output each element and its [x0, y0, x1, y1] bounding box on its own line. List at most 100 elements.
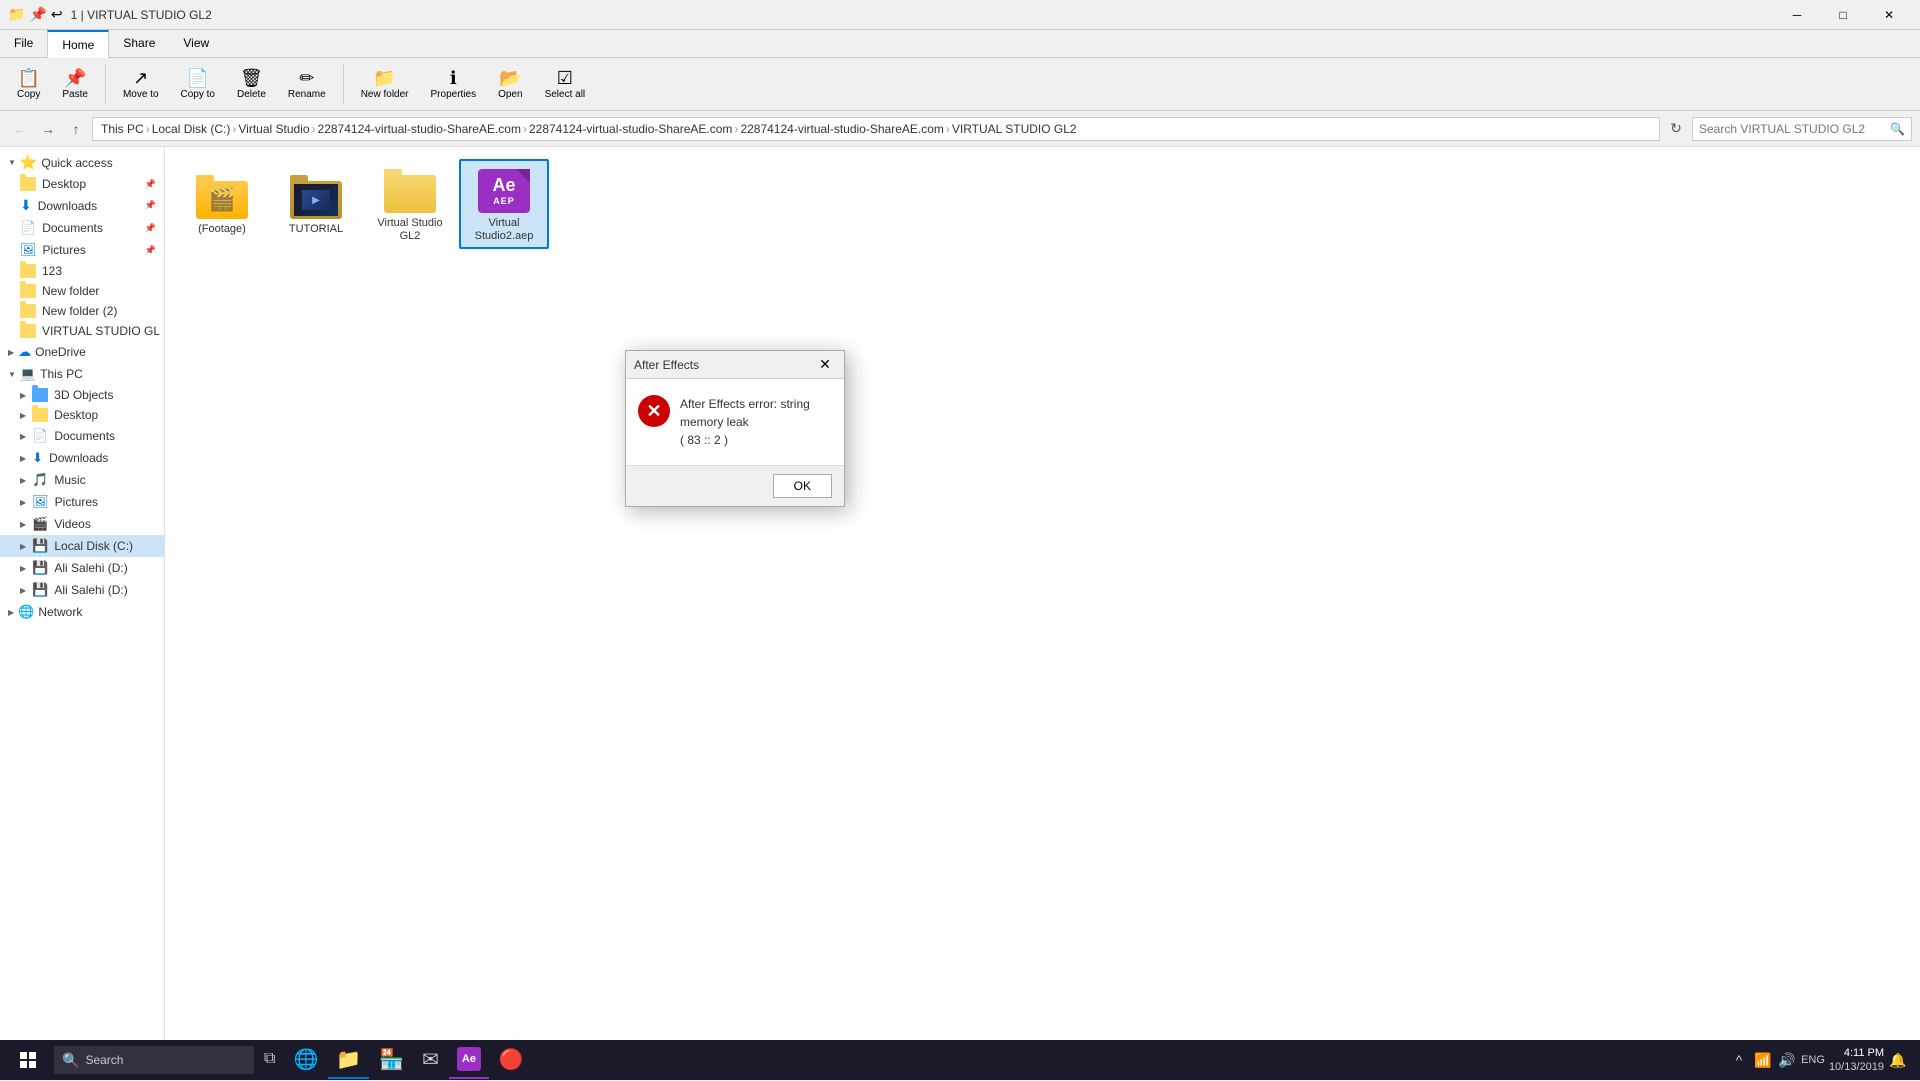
sidebar-item-downloads-pc[interactable]: ▶ ⬇ Downloads — [0, 447, 164, 469]
sidebar-item-virtualstudio[interactable]: VIRTUAL STUDIO GL — [0, 321, 164, 341]
ribbon-content: 📋Copy 📌Paste ↗Move to 📄Copy to 🗑Delete ✏… — [0, 58, 1920, 110]
taskbar-file-explorer[interactable]: 📁 — [328, 1041, 369, 1079]
path-share2: 22874124-virtual-studio-ShareAE.com — [529, 122, 732, 136]
path-local-disk: Local Disk (C:) — [152, 122, 231, 136]
window-title: 1 | VIRTUAL STUDIO GL2 — [71, 8, 1774, 22]
file-item-footage[interactable]: 🎬 (Footage) — [177, 159, 267, 249]
download-icon2: ⬇ — [32, 450, 43, 466]
dialog-close-button[interactable]: ✕ — [814, 354, 836, 376]
onedrive-header[interactable]: ▶ ☁ OneDrive — [0, 341, 164, 363]
taskbar-task-view[interactable]: ⧉ — [256, 1041, 283, 1079]
sidebar-item-desktop[interactable]: Desktop 📌 — [0, 174, 164, 194]
sidebar-item-downloads-qa[interactable]: ⬇ Downloads 📌 — [0, 194, 164, 217]
ribbon-newfolder-btn[interactable]: 📁New folder — [352, 63, 418, 105]
sidebar-item-newfolder2[interactable]: New folder (2) — [0, 301, 164, 321]
document-icon: 📄 — [20, 220, 36, 236]
sidebar-item-3d-objects[interactable]: ▶ 3D Objects — [0, 385, 164, 405]
chevron-right-icon: ▶ — [8, 348, 14, 357]
ribbon-properties-btn[interactable]: ℹProperties — [422, 63, 486, 105]
tab-share[interactable]: Share — [109, 30, 169, 57]
taskbar-opera[interactable]: 🔴 — [491, 1041, 532, 1079]
sidebar-label-documents: Documents — [42, 221, 103, 235]
folder-body-vs — [384, 175, 436, 213]
taskbar-search-icon: 🔍 — [62, 1052, 79, 1069]
ribbon-rename-btn[interactable]: ✏Rename — [279, 63, 335, 105]
drive-icon2: 💾 — [32, 560, 48, 576]
ribbon-sep2 — [343, 64, 344, 104]
sidebar-item-local-disk[interactable]: ▶ 💾 Local Disk (C:) — [0, 535, 164, 557]
after-effects-dialog[interactable]: After Effects ✕ ✕ After Effects error: s… — [625, 350, 845, 507]
clock[interactable]: 4:11 PM 10/13/2019 — [1829, 1046, 1884, 1075]
search-box[interactable]: 🔍 — [1692, 117, 1912, 141]
tab-view[interactable]: View — [169, 30, 223, 57]
network-header[interactable]: ▶ 🌐 Network — [0, 601, 164, 623]
search-input[interactable] — [1699, 122, 1886, 136]
sidebar-item-ali-salehi-d2[interactable]: ▶ 💾 Ali Salehi (D:) — [0, 579, 164, 601]
sidebar-item-videos[interactable]: ▶ 🎬 Videos — [0, 513, 164, 535]
chevron-right-icon5: ▶ — [20, 454, 26, 463]
file-item-aep[interactable]: Ae AEP Virtual Studio2.aep — [459, 159, 549, 249]
ribbon-paste-btn[interactable]: 📌Paste — [53, 63, 97, 105]
ribbon-select-btn[interactable]: ☑Select all — [536, 63, 595, 105]
sidebar-item-desktop-pc[interactable]: ▶ Desktop — [0, 405, 164, 425]
folder-icon4 — [20, 304, 36, 318]
refresh-button[interactable]: ↻ — [1664, 117, 1688, 141]
close-button[interactable]: ✕ — [1866, 0, 1912, 30]
sidebar-item-documents-qa[interactable]: 📄 Documents 📌 — [0, 217, 164, 239]
taskbar-after-effects[interactable]: Ae — [449, 1041, 489, 1079]
sidebar-label-pictures-pc: Pictures — [55, 495, 98, 509]
taskbar-search-box[interactable]: 🔍 Search — [54, 1046, 254, 1074]
hidden-icons-button[interactable]: ^ — [1729, 1050, 1749, 1070]
taskbar-mail[interactable]: ✉ — [414, 1041, 447, 1079]
sidebar-item-newfolder[interactable]: New folder — [0, 281, 164, 301]
start-button[interactable] — [4, 1040, 52, 1080]
taskbar-store[interactable]: 🏪 — [371, 1041, 412, 1079]
sidebar-item-pictures-pc[interactable]: ▶ 🖼 Pictures — [0, 491, 164, 513]
path-share3: 22874124-virtual-studio-ShareAE.com — [740, 122, 943, 136]
ribbon-move-btn[interactable]: ↗Move to — [114, 63, 168, 105]
tab-home[interactable]: Home — [47, 30, 109, 58]
tab-file[interactable]: File — [0, 30, 47, 57]
ribbon-open-btn[interactable]: 📂Open — [489, 63, 531, 105]
sidebar-label-ali-d2: Ali Salehi (D:) — [54, 583, 127, 597]
sidebar-item-music[interactable]: ▶ 🎵 Music — [0, 469, 164, 491]
network-tray-icon[interactable]: 📶 — [1753, 1050, 1773, 1070]
mail-icon: ✉ — [422, 1047, 439, 1072]
file-item-tutorial[interactable]: ▶ TUTORIAL — [271, 159, 361, 249]
address-path[interactable]: This PC › Local Disk (C:) › Virtual Stud… — [92, 117, 1660, 141]
tray-lang: ENG — [1801, 1054, 1825, 1066]
volume-icon[interactable]: 🔊 — [1777, 1050, 1797, 1070]
sidebar-item-pictures-qa[interactable]: 🖼 Pictures 📌 — [0, 239, 164, 261]
nav-up-button[interactable]: ↑ — [64, 117, 88, 141]
minimize-button[interactable]: ─ — [1774, 0, 1820, 30]
sidebar: ▼ ⭐ Quick access Desktop 📌 ⬇ Downloads 📌… — [0, 147, 165, 1057]
file-area: 🎬 (Footage) ▶ TUTO — [165, 147, 1920, 1057]
onedrive-cloud-icon: ☁ — [18, 344, 31, 360]
music-icon: 🎵 — [32, 472, 48, 488]
address-bar: ← → ↑ This PC › Local Disk (C:) › Virtua… — [0, 111, 1920, 147]
sidebar-item-documents-pc[interactable]: ▶ 📄 Documents — [0, 425, 164, 447]
notification-icon[interactable]: 🔔 — [1888, 1050, 1908, 1070]
file-item-vs-gl2[interactable]: Virtual Studio GL2 — [365, 159, 455, 249]
this-pc-header[interactable]: ▼ 💻 This PC — [0, 363, 164, 385]
ribbon-copy-btn[interactable]: 📋Copy — [8, 63, 49, 105]
chevron-right-icon8: ▶ — [20, 520, 26, 529]
sidebar-item-ali-salehi-d1[interactable]: ▶ 💾 Ali Salehi (D:) — [0, 557, 164, 579]
title-bar: 📁 📌 ↩ 1 | VIRTUAL STUDIO GL2 ─ □ ✕ — [0, 0, 1920, 30]
maximize-button[interactable]: □ — [1820, 0, 1866, 30]
chevron-right-icon3: ▶ — [20, 411, 26, 420]
path-this-pc: This PC — [101, 122, 144, 136]
sidebar-label-3d: 3D Objects — [54, 388, 113, 402]
ribbon-delete-btn[interactable]: 🗑Delete — [228, 63, 275, 105]
chevron-right-icon12: ▶ — [8, 608, 14, 617]
nav-forward-button[interactable]: → — [36, 117, 60, 141]
dialog-ok-button[interactable]: OK — [773, 474, 832, 498]
nav-back-button[interactable]: ← — [8, 117, 32, 141]
sidebar-item-123[interactable]: 123 — [0, 261, 164, 281]
quick-access-header[interactable]: ▼ ⭐ Quick access — [0, 151, 164, 174]
ribbon-copyto-btn[interactable]: 📄Copy to — [172, 63, 224, 105]
videos-icon: 🎬 — [32, 516, 48, 532]
error-x-icon: ✕ — [646, 401, 661, 422]
sidebar-label-documents-pc: Documents — [54, 429, 115, 443]
taskbar-edge[interactable]: 🌐 — [285, 1041, 326, 1079]
